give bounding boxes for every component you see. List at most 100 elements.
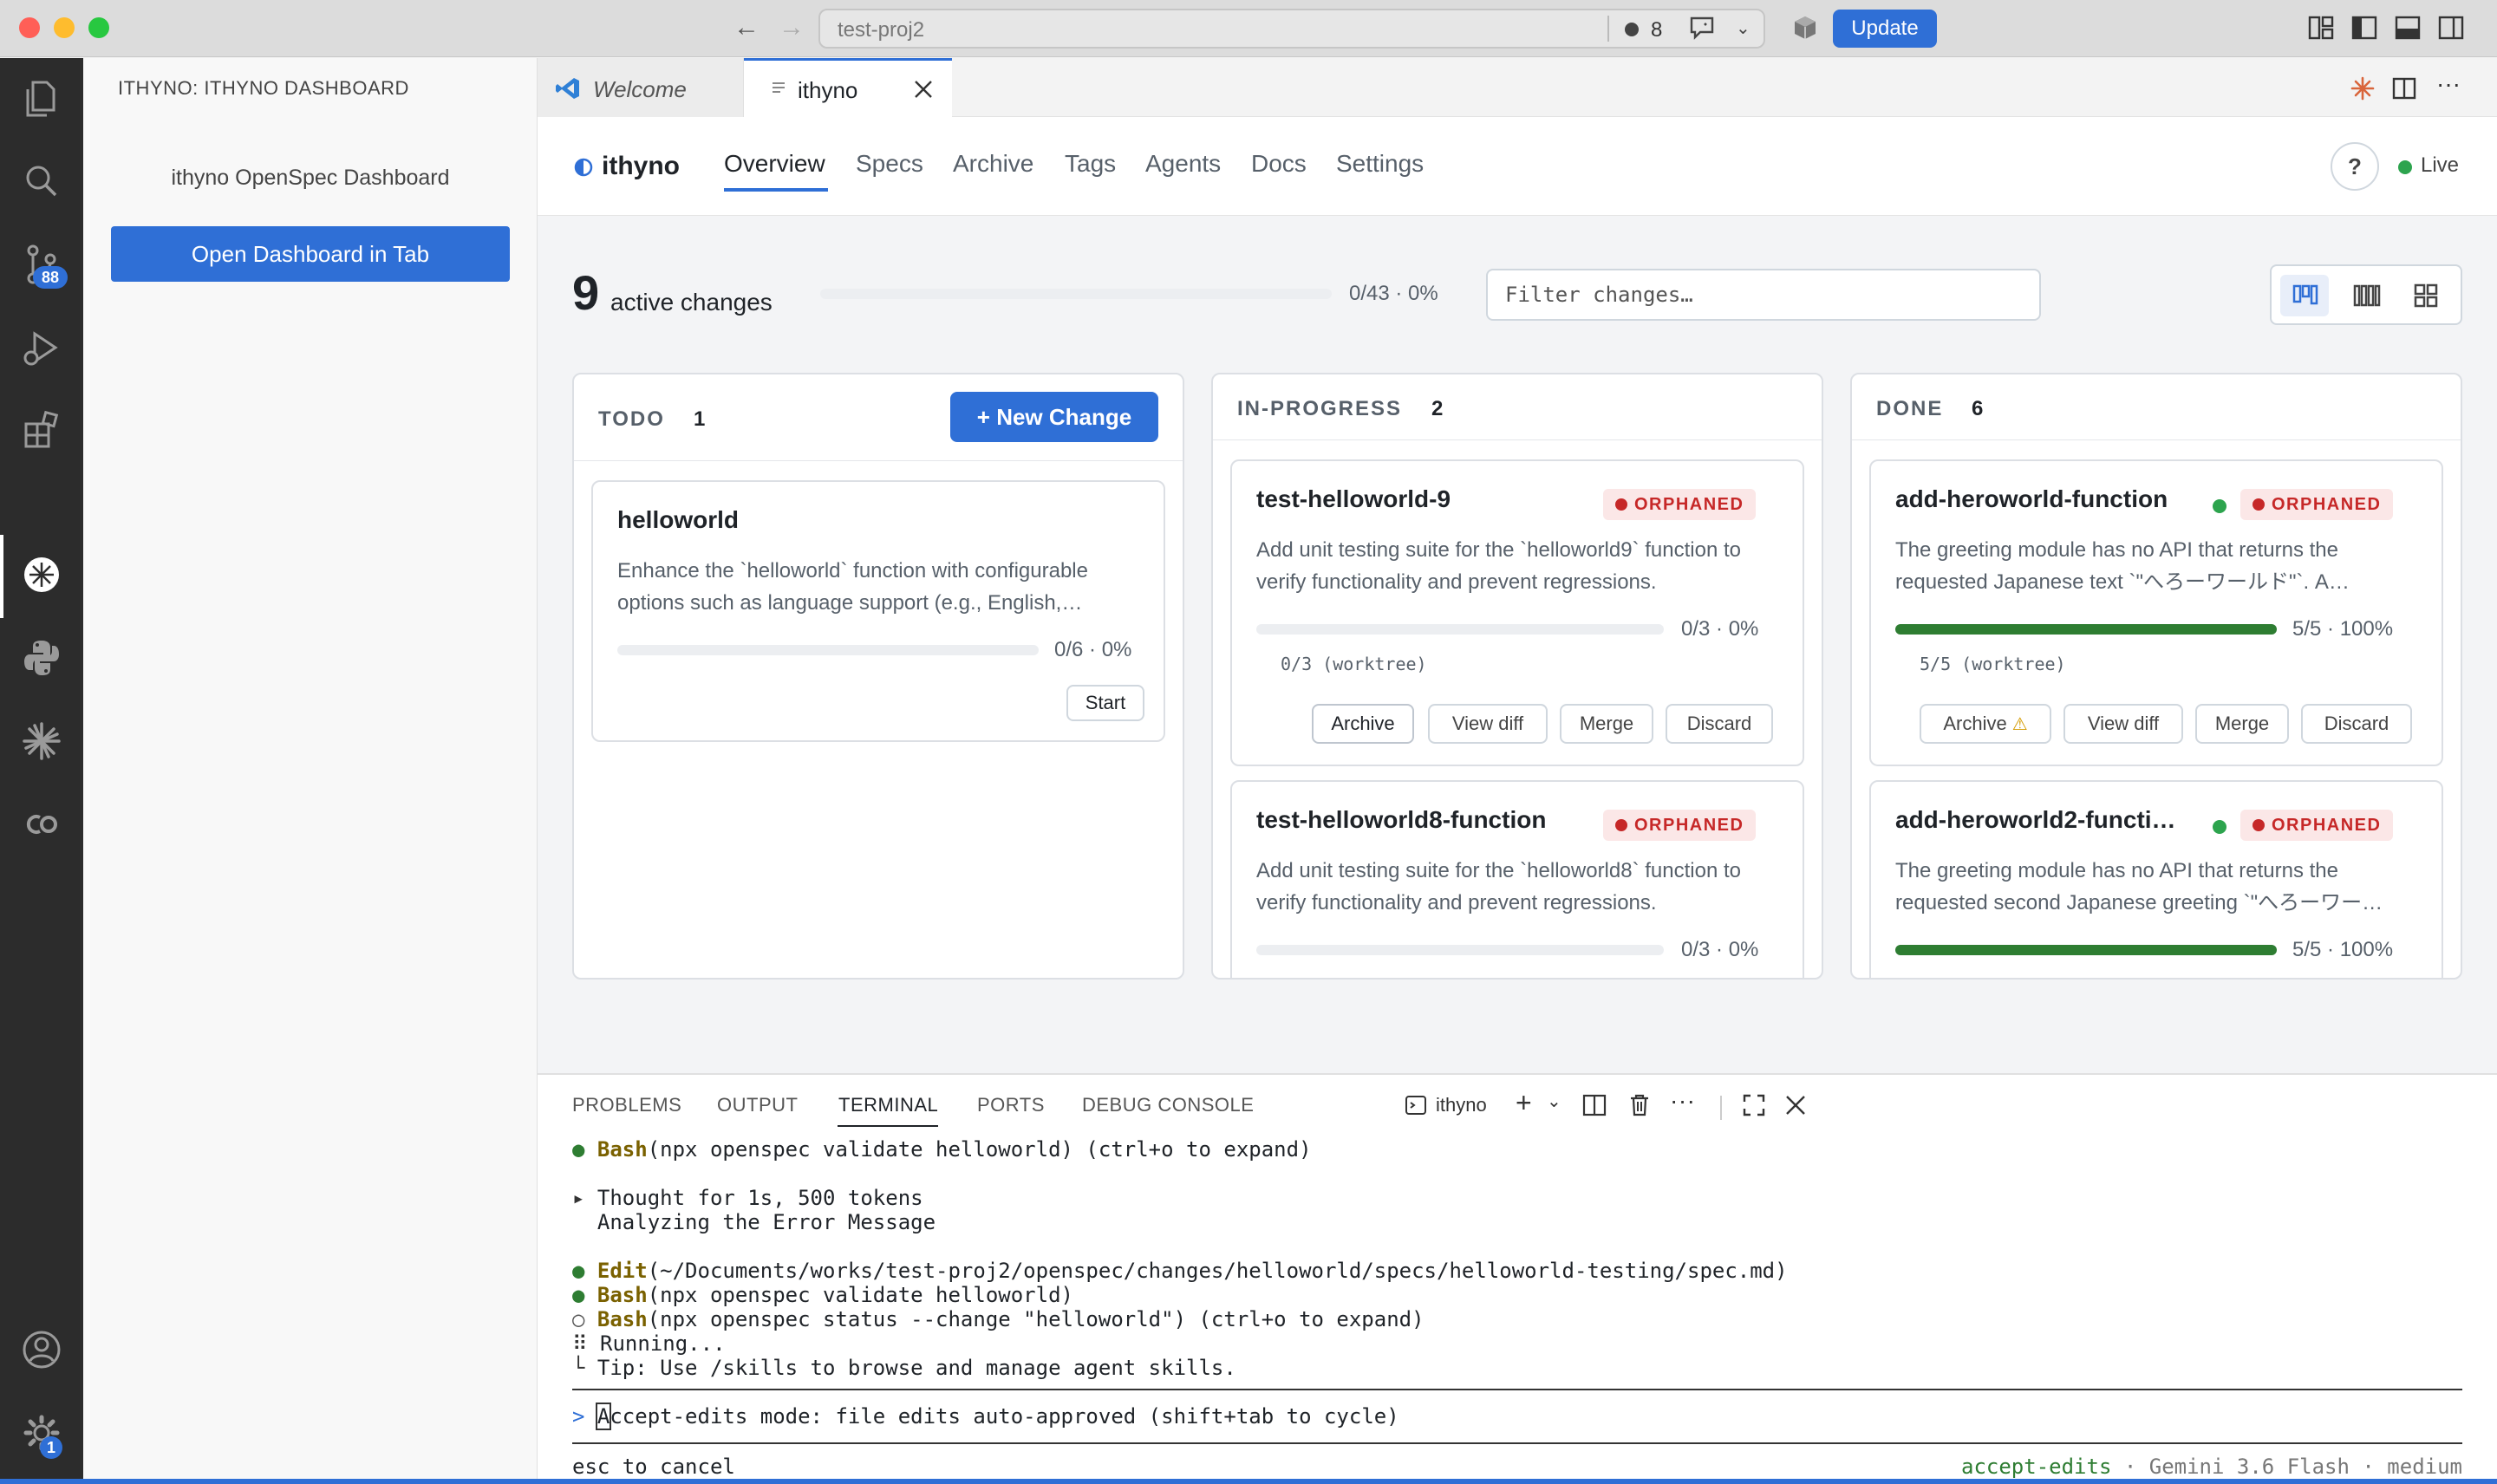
merge-button[interactable]: Merge [2195,704,2289,744]
close-panel-icon[interactable] [1783,1092,1809,1118]
change-card[interactable]: add-heroworld2-functi… ORPHANED The gree… [1869,780,2443,978]
change-card[interactable]: test-helloworld8-function ORPHANED Add u… [1230,780,1804,978]
side-panel-subtitle: ithyno OpenSpec Dashboard [171,166,450,190]
cube-icon[interactable] [1791,14,1819,42]
search-icon[interactable] [19,159,64,204]
column-title: TODO [598,407,665,431]
archive-button[interactable]: Archive ⚠ [1920,704,2051,744]
orphaned-badge: ORPHANED [2240,810,2394,841]
view-diff-button[interactable]: View diff [1428,704,1548,744]
activity-bar: 88 1 [0,58,83,1484]
tab-problems[interactable]: PROBLEMS [572,1094,681,1116]
account-icon[interactable] [19,1327,64,1372]
tool-args: (~/Documents/works/test-proj2/openspec/c… [647,1259,1788,1283]
new-change-button[interactable]: + New Change [950,392,1158,442]
editor-tabs: Welcome ithyno ··· [538,58,2497,117]
more-actions-icon[interactable]: ··· [2436,70,2461,98]
tab-label: ithyno [798,77,858,103]
tab-ithyno[interactable]: ithyno [744,58,952,117]
tab-terminal[interactable]: TERMINAL [838,1094,938,1116]
trash-icon[interactable] [1627,1092,1653,1118]
side-panel: ITHYNO: ITHYNO DASHBOARD ithyno OpenSpec… [83,58,538,1484]
update-button[interactable]: Update [1833,10,1937,48]
orphaned-badge: ORPHANED [1603,489,1757,520]
tab-label: Welcome [593,76,687,102]
maximize-panel-icon[interactable] [1741,1092,1767,1118]
terminal-line: └ Tip: Use /skills to browse and manage … [572,1356,1236,1380]
settings-badge: 1 [40,1436,62,1459]
workspace-name: test-proj2 [838,18,925,42]
worktree-progress: 0/3 (worktree) [1281,654,1427,674]
view-mode-toggle [2270,264,2462,325]
warning-icon: ⚠ [2011,715,2028,734]
thinking-summary: Analyzing the Error Message [597,1210,936,1234]
card-progress-text: 5/5 · 100% [2292,617,2394,641]
view-grid[interactable] [2402,275,2450,316]
view-columns[interactable] [2343,275,2391,316]
copilot-co-icon[interactable] [19,802,64,847]
terminal-icon [1405,1096,1426,1115]
chat-icon[interactable] [1689,16,1715,40]
nav-settings[interactable]: Settings [1336,150,1424,178]
archive-button[interactable]: Archive [1312,704,1414,744]
split-editor-icon[interactable] [2391,75,2417,101]
new-terminal-icon[interactable]: + [1516,1087,1532,1119]
toggle-panel-icon[interactable] [2395,16,2421,40]
card-description: The greeting module has no API that retu… [1895,538,2350,594]
nav-specs[interactable]: Specs [856,150,923,178]
chevron-down-icon[interactable]: ⌄ [1547,1090,1561,1112]
merge-button[interactable]: Merge [1560,704,1653,744]
card-title: test-helloworld-9 [1256,485,1451,512]
discard-button[interactable]: Discard [2301,704,2412,744]
card-progress-text: 0/3 · 0% [1681,617,1759,641]
help-button[interactable]: ? [2331,142,2379,191]
toggle-secondary-sidebar-icon[interactable] [2438,16,2464,40]
prompt-placeholder: ccept-edits mode: file edits auto-approv… [610,1404,1399,1429]
tab-ports[interactable]: PORTS [977,1094,1045,1116]
change-card[interactable]: helloworld Enhance the `helloworld` func… [591,480,1165,742]
change-card[interactable]: test-helloworld-9 ORPHANED Add unit test… [1230,459,1804,766]
start-button[interactable]: Start [1066,685,1144,721]
command-center-search[interactable]: test-proj2 8 ⌄ [818,9,1765,49]
status-separator: · [2349,1455,2388,1479]
forward-arrow-icon[interactable]: → [779,12,805,43]
tab-output[interactable]: OUTPUT [717,1094,798,1116]
python-icon[interactable] [19,635,64,680]
back-arrow-icon[interactable]: ← [733,12,760,43]
filter-changes-input[interactable] [1486,269,2041,321]
card-progress-bar [617,645,1039,655]
nav-docs[interactable]: Docs [1251,150,1307,178]
discard-button[interactable]: Discard [1666,704,1773,744]
layout-customize-icon[interactable] [2308,16,2334,40]
claude-sparkle-icon[interactable] [2350,75,2376,101]
close-icon[interactable] [912,78,935,101]
nav-archive[interactable]: Archive [953,150,1033,178]
more-actions-icon[interactable]: ··· [1670,1087,1695,1115]
column-todo: TODO 1 + New Change helloworld Enhance t… [572,373,1184,980]
terminal-name[interactable]: ithyno [1436,1094,1487,1116]
tab-welcome[interactable]: Welcome [538,58,744,117]
explorer-files-icon[interactable] [19,75,64,120]
ithyno-dashboard-icon[interactable] [19,552,64,597]
extensions-icon[interactable] [19,408,64,453]
card-title: test-helloworld8-function [1256,806,1547,833]
split-terminal-icon[interactable] [1581,1092,1607,1118]
terminal-line: ⠿ Running... [572,1331,726,1356]
tab-debug-console[interactable]: DEBUG CONSOLE [1082,1094,1254,1116]
chevron-down-icon[interactable]: ⌄ [1736,17,1751,39]
close-window-button[interactable] [19,17,40,38]
open-dashboard-button[interactable]: Open Dashboard in Tab [111,226,510,282]
card-description: Add unit testing suite for the `hellowor… [1256,859,1741,914]
nav-tags[interactable]: Tags [1065,150,1116,178]
nav-overview[interactable]: Overview [724,150,825,178]
minimize-window-button[interactable] [54,17,75,38]
column-title: DONE [1876,397,1944,420]
view-board[interactable] [2280,275,2329,316]
view-diff-button[interactable]: View diff [2063,704,2183,744]
nav-agents[interactable]: Agents [1145,150,1221,178]
toggle-primary-sidebar-icon[interactable] [2351,16,2377,40]
change-card[interactable]: add-heroworld-function ORPHANED The gree… [1869,459,2443,766]
claude-sparkle-icon[interactable] [19,719,64,764]
zoom-window-button[interactable] [88,17,109,38]
run-debug-icon[interactable] [19,325,64,370]
